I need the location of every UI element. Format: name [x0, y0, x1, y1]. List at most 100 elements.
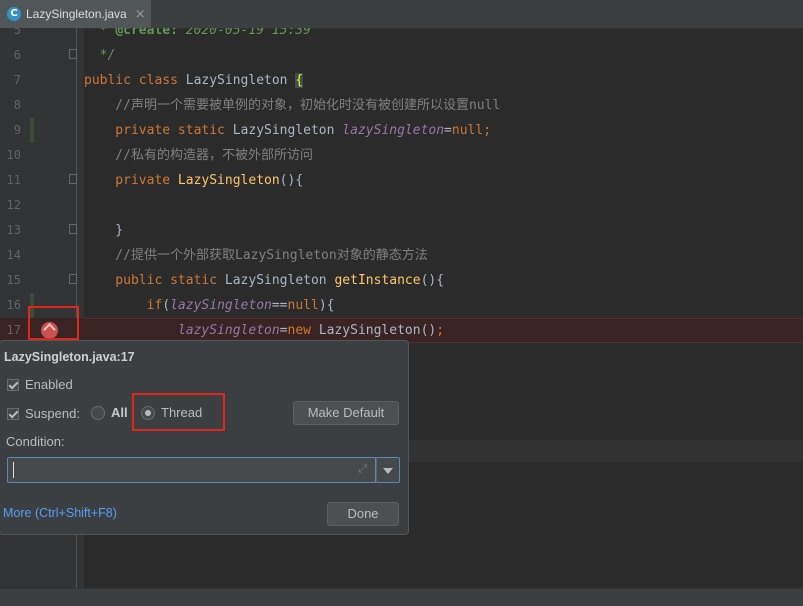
code-line[interactable]: 11 private LazySingleton(){: [0, 168, 803, 193]
code-token: 2020-05-19 15:39: [177, 28, 311, 38]
editor-tab-bar: C LazySingleton.java ×: [0, 0, 803, 29]
code-token: LazySingleton: [177, 173, 280, 188]
code-token: new: [287, 323, 319, 338]
text-caret: [13, 462, 14, 478]
code-token: null: [451, 123, 484, 138]
line-number: 10: [6, 148, 21, 162]
chevron-down-icon: [383, 468, 393, 474]
line-number: 12: [6, 198, 21, 212]
code-line[interactable]: 16 if(lazySingleton==null){: [0, 293, 803, 318]
code-text: * @create: 2020-05-19 15:39: [84, 28, 311, 43]
close-tab-icon[interactable]: ×: [135, 7, 146, 22]
code-token: if: [84, 298, 163, 313]
enabled-checkbox[interactable]: [7, 379, 19, 391]
code-token: public static: [84, 273, 225, 288]
code-token: @create:: [115, 28, 178, 38]
code-text: public class LazySingleton {: [84, 68, 304, 93]
code-token: ){: [318, 298, 335, 313]
code-text: //提供一个外部获取LazySingleton对象的静态方法: [84, 243, 428, 268]
line-number: 6: [13, 48, 21, 62]
fold-icon[interactable]: [69, 49, 77, 59]
code-token: private: [84, 173, 178, 188]
enabled-label[interactable]: Enabled: [25, 377, 73, 392]
code-line[interactable]: 10 //私有的构造器，不被外部所访问: [0, 143, 803, 168]
code-text: }: [84, 218, 123, 243]
code-line[interactable]: 5 * @create: 2020-05-19 15:39: [0, 28, 803, 43]
line-number: 8: [13, 98, 21, 112]
code-token: (: [162, 298, 171, 313]
code-line[interactable]: 14 //提供一个外部获取LazySingleton对象的静态方法: [0, 243, 803, 268]
code-text: public static LazySingleton getInstance(…: [84, 268, 444, 293]
status-bar: [0, 588, 803, 606]
suspend-all-label[interactable]: All: [111, 405, 128, 420]
code-token: ;: [436, 323, 445, 338]
code-text: private LazySingleton(){: [84, 168, 303, 193]
fold-icon[interactable]: [69, 174, 77, 184]
code-token: null: [287, 298, 319, 313]
code-token: public class: [84, 73, 186, 88]
editor-lower-strip: [409, 440, 803, 462]
code-token: LazySingleton: [232, 123, 343, 138]
done-button[interactable]: Done: [327, 502, 399, 526]
code-text: //私有的构造器，不被外部所访问: [84, 143, 313, 168]
make-default-button[interactable]: Make Default: [293, 401, 399, 425]
code-token: ==: [271, 298, 288, 313]
code-line[interactable]: 13 }: [0, 218, 803, 243]
line-number: 15: [6, 273, 21, 287]
suspend-checkbox[interactable]: [7, 408, 19, 420]
breakpoint-gutter-highlight: [28, 306, 79, 340]
code-token: //私有的构造器，不被外部所访问: [84, 148, 313, 163]
thread-option-highlight: [132, 393, 225, 431]
line-number: 14: [6, 248, 21, 262]
change-marker[interactable]: [30, 118, 34, 143]
more-link[interactable]: More (Ctrl+Shift+F8): [3, 506, 117, 520]
line-number: 9: [13, 123, 21, 137]
condition-history-dropdown[interactable]: [376, 457, 400, 483]
code-token: LazySingleton: [185, 73, 296, 88]
code-token: lazySingleton: [177, 323, 280, 338]
code-token: //提供一个外部获取LazySingleton对象的静态方法: [84, 248, 428, 263]
code-line[interactable]: 12: [0, 193, 803, 218]
breakpoint-location-title: LazySingleton.java:17: [4, 350, 135, 364]
line-number: 16: [6, 298, 21, 312]
code-token: {: [295, 73, 304, 88]
file-tab-label: LazySingleton.java: [26, 7, 127, 21]
code-token: =: [279, 323, 288, 338]
suspend-label[interactable]: Suspend:: [25, 406, 80, 421]
code-token: //声明一个需要被单例的对象，初始化时没有被创建所以设置null: [84, 98, 501, 113]
code-token: =: [444, 123, 452, 138]
code-text: //声明一个需要被单例的对象，初始化时没有被创建所以设置null: [84, 93, 500, 118]
code-token: lazySingleton: [170, 298, 272, 313]
code-token: LazySingleton: [318, 323, 421, 338]
code-token: (){: [420, 273, 445, 288]
code-token: getInstance: [334, 273, 421, 288]
code-text: */: [84, 43, 116, 68]
line-number: 11: [6, 173, 21, 187]
condition-label: Condition:: [6, 434, 65, 449]
code-token: ;: [483, 123, 492, 138]
java-class-icon: C: [7, 7, 21, 21]
code-token: (): [420, 323, 437, 338]
code-line[interactable]: 9 private static LazySingleton lazySingl…: [0, 118, 803, 143]
code-text: if(lazySingleton==null){: [84, 293, 335, 318]
code-text: private static LazySingleton lazySinglet…: [84, 118, 491, 143]
expand-editor-icon[interactable]: ⤢: [358, 463, 367, 476]
file-tab[interactable]: C LazySingleton.java ×: [0, 0, 151, 28]
suspend-all-radio[interactable]: [91, 406, 105, 420]
condition-input[interactable]: ⤢: [7, 457, 376, 483]
code-line[interactable]: 6 */: [0, 43, 803, 68]
line-number: 5: [13, 28, 21, 37]
code-line[interactable]: 7 public class LazySingleton {: [0, 68, 803, 93]
line-number: 13: [6, 223, 21, 237]
code-token: */: [84, 48, 116, 63]
code-token: private static: [84, 123, 233, 138]
fold-icon[interactable]: [69, 274, 77, 284]
line-number: 7: [13, 73, 21, 87]
code-token: lazySingleton: [342, 123, 445, 138]
code-line[interactable]: 8 //声明一个需要被单例的对象，初始化时没有被创建所以设置null: [0, 93, 803, 118]
code-line[interactable]: 15 public static LazySingleton getInstan…: [0, 268, 803, 293]
fold-icon[interactable]: [69, 224, 77, 234]
code-token: LazySingleton: [224, 273, 335, 288]
code-token: }: [84, 223, 124, 238]
